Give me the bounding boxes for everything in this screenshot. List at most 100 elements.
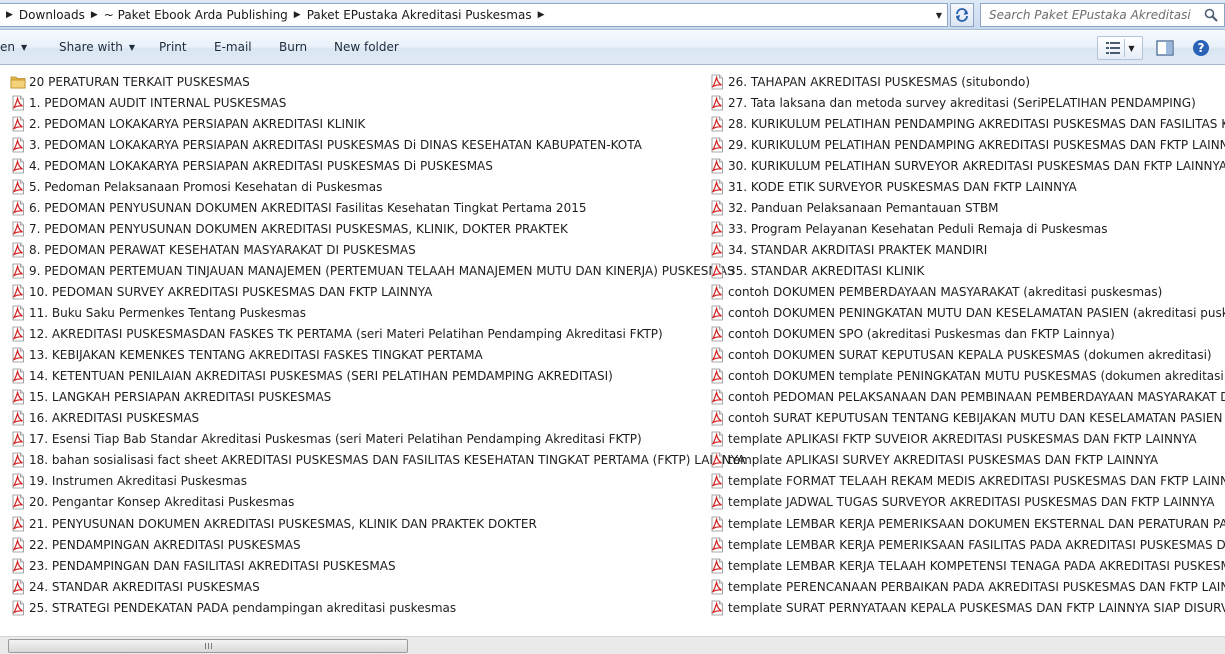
file-name: 29. KURIKULUM PELATIHAN PENDAMPING AKRED… (728, 137, 1225, 152)
change-view-button[interactable]: ▼ (1097, 36, 1143, 60)
file-column-left: 20 PERATURAN TERKAIT PUSKESMAS 1. PEDOMAN… (10, 71, 746, 618)
file-item[interactable]: template FORMAT TELAAH REKAM MEDIS AKRED… (709, 471, 1225, 492)
file-item[interactable]: 1. PEDOMAN AUDIT INTERNAL PUSKESMAS (10, 92, 710, 113)
pdf-icon (709, 579, 725, 595)
file-item[interactable]: 11. Buku Saku Permenkes Tentang Puskesma… (10, 303, 710, 324)
address-history-dropdown-icon[interactable]: ▼ (931, 4, 947, 26)
breadcrumb-paket-epustaka[interactable]: Paket EPustaka Akreditasi Puskesmas (307, 8, 532, 22)
file-item[interactable]: 6. PEDOMAN PENYUSUNAN DOKUMEN AKREDITASI… (10, 197, 710, 218)
pdf-icon (709, 221, 725, 237)
breadcrumb-arrow-icon[interactable]: ▶ (532, 10, 551, 20)
horizontal-scrollbar[interactable] (0, 636, 1225, 654)
file-item[interactable]: template LEMBAR KERJA TELAAH KOMPETENSI … (709, 555, 1225, 576)
pdf-icon (709, 95, 725, 111)
file-item[interactable]: template SURAT PERNYATAAN KEPALA PUSKESM… (709, 597, 1225, 618)
print-button[interactable]: Print (159, 40, 187, 54)
file-item[interactable]: 2. PEDOMAN LOKAKARYA PERSIAPAN AKREDITAS… (10, 113, 710, 134)
scrollbar-thumb[interactable] (8, 639, 408, 653)
file-name: 18. bahan sosialisasi fact sheet AKREDIT… (29, 453, 746, 468)
file-name: 8. PEDOMAN PERAWAT KESEHATAN MASYARAKAT … (29, 242, 416, 257)
chevron-down-icon[interactable]: ▼ (1128, 44, 1134, 53)
file-item[interactable]: 17. Esensi Tiap Bab Standar Akreditasi P… (10, 429, 710, 450)
file-item[interactable]: 30. KURIKULUM PELATIHAN SURVEYOR AKREDIT… (709, 155, 1225, 176)
file-item[interactable]: 35. STANDAR AKREDITASI KLINIK (709, 260, 1225, 281)
file-item[interactable]: 18. bahan sosialisasi fact sheet AKREDIT… (10, 450, 746, 471)
file-item[interactable]: 21. PENYUSUNAN DOKUMEN AKREDITASI PUSKES… (10, 513, 710, 534)
file-item[interactable]: 20 PERATURAN TERKAIT PUSKESMAS (10, 71, 710, 92)
file-item[interactable]: 34. STANDAR AKRDITASI PRAKTEK MANDIRI (709, 239, 1225, 260)
pdf-icon (709, 452, 725, 468)
refresh-button[interactable] (950, 3, 974, 27)
file-item[interactable]: template LEMBAR KERJA PEMERIKSAAN DOKUME… (709, 513, 1225, 534)
pdf-icon (10, 347, 26, 363)
file-item[interactable]: 23. PENDAMPINGAN DAN FASILITASI AKREDITA… (10, 555, 710, 576)
file-item[interactable]: template APLIKASI FKTP SUVEIOR AKREDITAS… (709, 429, 1225, 450)
file-item[interactable]: 3. PEDOMAN LOKAKARYA PERSIAPAN AKREDITAS… (10, 134, 710, 155)
file-item[interactable]: 8. PEDOMAN PERAWAT KESEHATAN MASYARAKAT … (10, 239, 710, 260)
file-item[interactable]: 7. PEDOMAN PENYUSUNAN DOKUMEN AKREDITASI… (10, 218, 710, 239)
search-icon[interactable] (1204, 8, 1218, 22)
breadcrumb-arrow-icon[interactable]: ▶ (85, 10, 104, 20)
file-item[interactable]: 32. Panduan Pelaksanaan Pemantauan STBM (709, 197, 1225, 218)
file-item[interactable]: template PERENCANAAN PERBAIKAN PADA AKRE… (709, 576, 1225, 597)
breadcrumb-arrow-icon[interactable]: ▶ (0, 10, 19, 20)
search-box[interactable] (980, 3, 1225, 27)
breadcrumb-paket-ebook[interactable]: ~ Paket Ebook Arda Publishing (104, 8, 288, 22)
file-item[interactable]: 24. STANDAR AKREDITASI PUSKESMAS (10, 576, 710, 597)
pdf-icon (10, 221, 26, 237)
file-item[interactable]: 14. KETENTUAN PENILAIAN AKREDITASI PUSKE… (10, 366, 710, 387)
pdf-icon (10, 494, 26, 510)
pdf-icon (10, 537, 26, 553)
file-item[interactable]: 16. AKREDITASI PUSKESMAS (10, 408, 710, 429)
file-list[interactable]: 20 PERATURAN TERKAIT PUSKESMAS 1. PEDOMAN… (0, 66, 1225, 636)
organize-button[interactable]: en ▼ (0, 40, 27, 54)
file-item[interactable]: template LEMBAR KERJA PEMERIKSAAN FASILI… (709, 534, 1225, 555)
file-item[interactable]: 27. Tata laksana dan metoda survey akred… (709, 92, 1225, 113)
file-item[interactable]: 25. STRATEGI PENDEKATAN PADA pendampinga… (10, 597, 710, 618)
file-item[interactable]: contoh DOKUMEN PEMBERDAYAAN MASYARAKAT (… (709, 281, 1225, 302)
file-name: contoh DOKUMEN template PENINGKATAN MUTU… (728, 369, 1225, 384)
file-item[interactable]: 33. Program Pelayanan Kesehatan Peduli R… (709, 218, 1225, 239)
file-item[interactable]: contoh DOKUMEN template PENINGKATAN MUTU… (709, 366, 1225, 387)
address-bar[interactable]: ▶ Downloads ▶ ~ Paket Ebook Arda Publish… (0, 3, 948, 27)
file-item[interactable]: 4. PEDOMAN LOKAKARYA PERSIAPAN AKREDITAS… (10, 155, 710, 176)
file-item[interactable]: 5. Pedoman Pelaksanaan Promosi Kesehatan… (10, 176, 710, 197)
file-name: 24. STANDAR AKREDITASI PUSKESMAS (29, 579, 260, 594)
burn-button[interactable]: Burn (279, 40, 307, 54)
breadcrumb-downloads[interactable]: Downloads (19, 8, 85, 22)
file-item[interactable]: contoh SURAT KEPUTUSAN TENTANG KEBIJAKAN… (709, 408, 1225, 429)
file-item[interactable]: 10. PEDOMAN SURVEY AKREDITASI PUSKESMAS … (10, 281, 710, 302)
file-item[interactable]: 29. KURIKULUM PELATIHAN PENDAMPING AKRED… (709, 134, 1225, 155)
file-item[interactable]: 22. PENDAMPINGAN AKREDITASI PUSKESMAS (10, 534, 710, 555)
pdf-icon (10, 368, 26, 384)
file-name: 25. STRATEGI PENDEKATAN PADA pendampinga… (29, 600, 457, 615)
folder-icon (10, 74, 26, 90)
file-item[interactable]: 13. KEBIJAKAN KEMENKES TENTANG AKREDITAS… (10, 345, 710, 366)
file-item[interactable]: contoh DOKUMEN SPO (akreditasi Puskesmas… (709, 324, 1225, 345)
file-item[interactable]: 19. Instrumen Akreditasi Puskesmas (10, 471, 710, 492)
pdf-icon (709, 179, 725, 195)
pdf-icon (709, 326, 725, 342)
file-item[interactable]: contoh PEDOMAN PELAKSANAAN DAN PEMBINAAN… (709, 387, 1225, 408)
breadcrumb-arrow-icon[interactable]: ▶ (288, 10, 307, 20)
file-item[interactable]: contoh DOKUMEN PENINGKATAN MUTU DAN KESE… (709, 303, 1225, 324)
file-item[interactable]: template APLIKASI SURVEY AKREDITASI PUSK… (709, 450, 1225, 471)
file-item[interactable]: 12. AKREDITASI PUSKESMASDAN FASKES TK PE… (10, 324, 710, 345)
file-name: 4. PEDOMAN LOKAKARYA PERSIAPAN AKREDITAS… (29, 158, 493, 173)
file-item[interactable]: contoh DOKUMEN SURAT KEPUTUSAN KEPALA PU… (709, 345, 1225, 366)
share-with-button[interactable]: Share with ▼ (59, 40, 135, 54)
preview-pane-button[interactable] (1154, 36, 1176, 60)
email-button[interactable]: E-mail (214, 40, 252, 54)
search-input[interactable] (989, 8, 1194, 22)
file-item[interactable]: 28. KURIKULUM PELATIHAN PENDAMPING AKRED… (709, 113, 1225, 134)
file-name: 1. PEDOMAN AUDIT INTERNAL PUSKESMAS (29, 95, 287, 110)
file-item[interactable]: template JADWAL TUGAS SURVEYOR AKREDITAS… (709, 492, 1225, 513)
file-item[interactable]: 31. KODE ETIK SURVEYOR PUSKESMAS DAN FKT… (709, 176, 1225, 197)
file-item[interactable]: 9. PEDOMAN PERTEMUAN TINJAUAN MANAJEMEN … (10, 260, 735, 281)
file-item[interactable]: 26. TAHAPAN AKREDITASI PUSKESMAS (situbo… (709, 71, 1225, 92)
help-button[interactable]: ? (1189, 36, 1213, 60)
new-folder-button[interactable]: New folder (334, 40, 399, 54)
file-item[interactable]: 15. LANGKAH PERSIAPAN AKREDITASI PUSKESM… (10, 387, 710, 408)
file-item[interactable]: 20. Pengantar Konsep Akreditasi Puskesma… (10, 492, 710, 513)
pdf-icon (709, 558, 725, 574)
